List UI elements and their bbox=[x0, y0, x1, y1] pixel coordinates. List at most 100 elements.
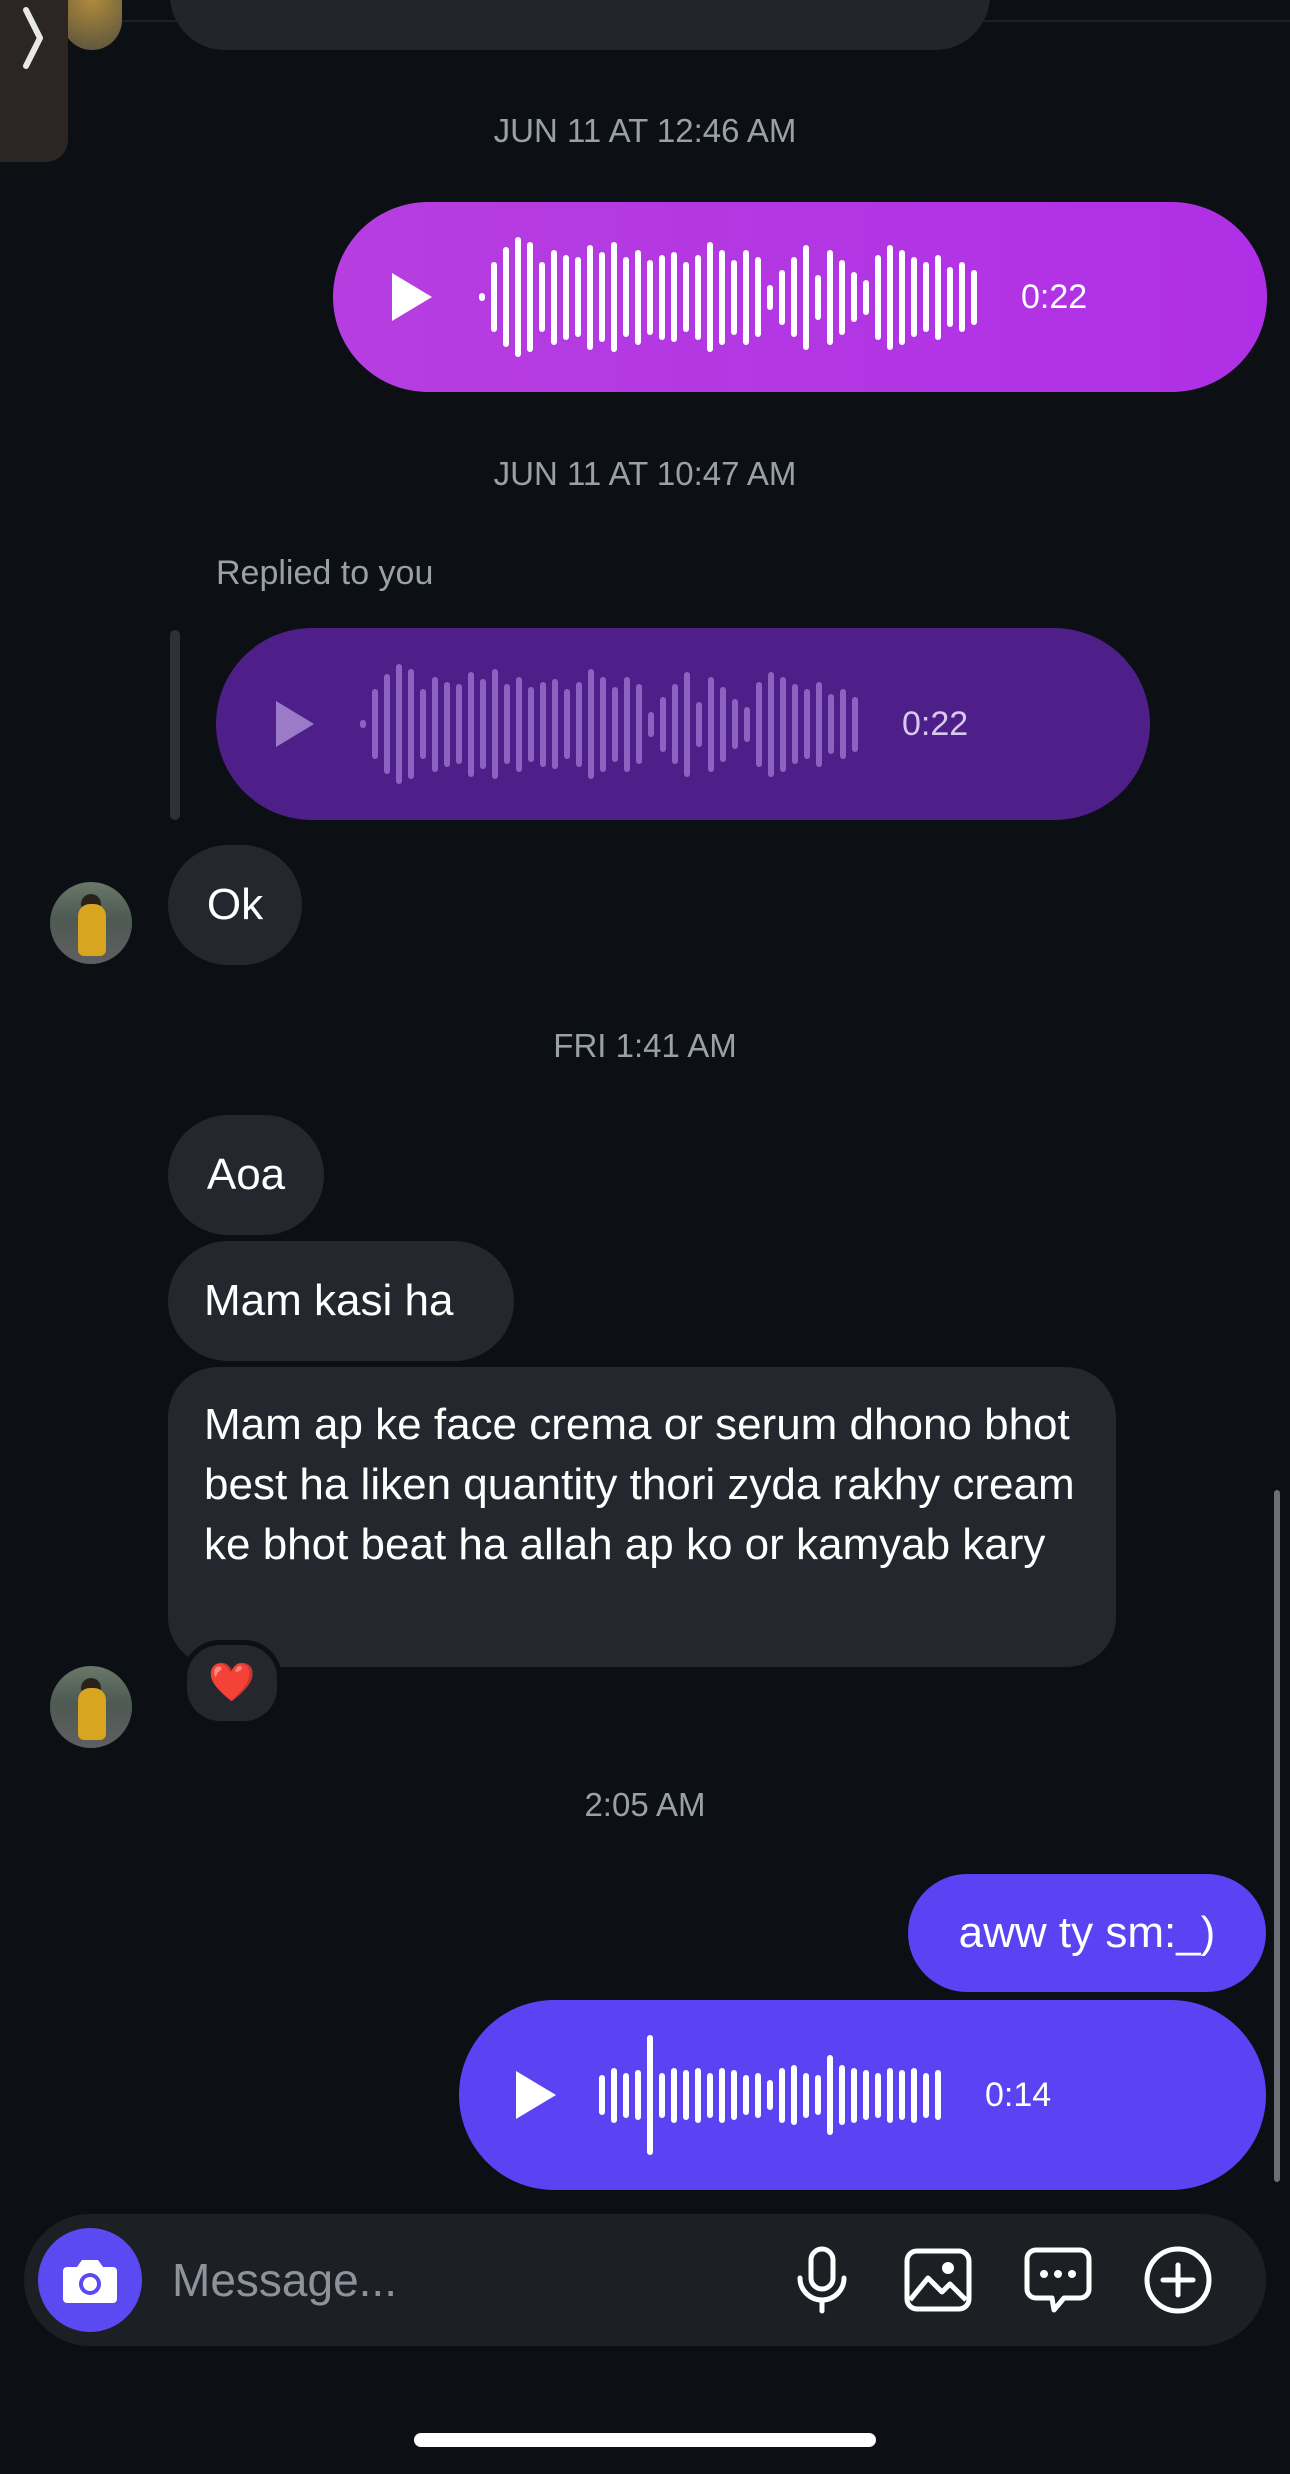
waveform-bar bbox=[600, 676, 606, 772]
image-icon bbox=[904, 2248, 972, 2312]
waveform-bar bbox=[935, 2070, 941, 2120]
waveform-bar bbox=[719, 2067, 725, 2123]
replied-voice-message[interactable]: 0:22 bbox=[216, 628, 1150, 820]
message-bubble-incoming[interactable]: Mam kasi ha bbox=[168, 1241, 514, 1361]
waveform-bar bbox=[756, 681, 762, 767]
waveform-bar bbox=[755, 2072, 761, 2118]
reaction-heart[interactable]: ❤️ bbox=[182, 1640, 282, 1726]
waveform-bar bbox=[851, 2067, 857, 2123]
sticker-button[interactable] bbox=[1018, 2240, 1098, 2320]
waveform-bar bbox=[815, 2075, 821, 2115]
play-icon[interactable] bbox=[507, 2067, 563, 2123]
waveform-bar bbox=[636, 684, 642, 764]
waveform-bar bbox=[959, 262, 965, 332]
waveform-bar bbox=[731, 2070, 737, 2120]
waveform-bar bbox=[563, 254, 569, 340]
waveform-bar bbox=[743, 249, 749, 345]
waveform-bar bbox=[612, 686, 618, 762]
message-bubble-outgoing[interactable]: aww ty sm:_) bbox=[908, 1874, 1266, 1992]
waveform-bar bbox=[552, 679, 558, 769]
waveform-bar bbox=[911, 2067, 917, 2123]
waveform-bar bbox=[780, 676, 786, 772]
waveform-bar bbox=[444, 681, 450, 767]
chevron-right-icon bbox=[23, 7, 43, 69]
waveform-bar bbox=[647, 2035, 653, 2155]
gallery-button[interactable] bbox=[898, 2240, 978, 2320]
scrollbar[interactable] bbox=[1274, 1490, 1280, 2182]
waveform-bar bbox=[708, 676, 714, 772]
waveform-bar bbox=[408, 669, 414, 779]
waveform-bar bbox=[647, 259, 653, 335]
waveform-bar bbox=[923, 262, 929, 332]
waveform-bar bbox=[384, 674, 390, 774]
play-icon[interactable] bbox=[383, 269, 439, 325]
waveform-bar bbox=[624, 676, 630, 772]
waveform bbox=[599, 2035, 941, 2155]
voice-message-outgoing[interactable]: 0:22 bbox=[333, 202, 1267, 392]
message-input[interactable] bbox=[170, 2252, 734, 2308]
waveform-bar bbox=[732, 699, 738, 749]
voice-duration: 0:22 bbox=[902, 704, 969, 743]
microphone-icon bbox=[797, 2246, 847, 2314]
waveform-bar bbox=[863, 2070, 869, 2120]
waveform-bar bbox=[803, 2072, 809, 2118]
voice-message-outgoing[interactable]: 0:14 bbox=[459, 2000, 1266, 2190]
waveform-bar bbox=[803, 244, 809, 350]
waveform-bar bbox=[875, 2072, 881, 2118]
waveform-bar bbox=[815, 274, 821, 320]
waveform-bar bbox=[816, 681, 822, 767]
waveform-bar bbox=[672, 684, 678, 764]
message-text: aww ty sm:_) bbox=[958, 1908, 1216, 1957]
waveform-bar bbox=[911, 257, 917, 337]
waveform-bar bbox=[492, 669, 498, 779]
more-button[interactable] bbox=[1138, 2240, 1218, 2320]
waveform-bar bbox=[827, 2055, 833, 2135]
home-indicator bbox=[414, 2433, 876, 2447]
waveform-bar bbox=[840, 689, 846, 759]
camera-icon bbox=[63, 2260, 117, 2303]
waveform-bar bbox=[599, 2075, 605, 2115]
message-text: Mam ap ke face crema or serum dhono bhot… bbox=[204, 1400, 1075, 1569]
waveform-bar bbox=[828, 694, 834, 754]
waveform-bar bbox=[456, 684, 462, 764]
waveform-bar bbox=[971, 269, 977, 325]
contact-avatar[interactable] bbox=[50, 882, 132, 964]
message-bubble-incoming[interactable]: Mam ap ke face crema or serum dhono bhot… bbox=[168, 1367, 1116, 1667]
message-bubble-incoming[interactable]: Ok bbox=[168, 845, 302, 965]
waveform-bar bbox=[527, 242, 533, 352]
contact-avatar[interactable] bbox=[50, 1666, 132, 1748]
waveform-bar bbox=[839, 2065, 845, 2125]
waveform bbox=[479, 237, 977, 357]
microphone-button[interactable] bbox=[782, 2240, 862, 2320]
waveform-bar bbox=[635, 249, 641, 345]
waveform-bar bbox=[768, 671, 774, 777]
waveform-bar bbox=[396, 664, 402, 784]
waveform-bar bbox=[503, 247, 509, 347]
waveform-bar bbox=[792, 684, 798, 764]
heart-icon: ❤️ bbox=[208, 1662, 256, 1704]
waveform-bar bbox=[695, 2067, 701, 2123]
timestamp: 2:05 AM bbox=[584, 1786, 706, 1823]
waveform-bar bbox=[899, 2070, 905, 2120]
waveform-bar bbox=[852, 696, 858, 752]
camera-button[interactable] bbox=[38, 2228, 142, 2332]
waveform-bar bbox=[683, 2070, 689, 2120]
waveform-bar bbox=[791, 257, 797, 337]
waveform-bar bbox=[480, 679, 486, 769]
waveform-bar bbox=[851, 272, 857, 322]
waveform-bar bbox=[516, 676, 522, 772]
waveform-bar bbox=[671, 2067, 677, 2123]
waveform-bar bbox=[588, 669, 594, 779]
waveform-bar bbox=[372, 689, 378, 759]
message-bubble-incoming[interactable]: Aoa bbox=[168, 1115, 324, 1235]
waveform-bar bbox=[551, 249, 557, 345]
waveform-bar bbox=[660, 696, 666, 752]
waveform-bar bbox=[779, 269, 785, 325]
play-icon[interactable] bbox=[266, 696, 322, 752]
reply-label: Replied to you bbox=[216, 554, 434, 592]
waveform-bar bbox=[839, 259, 845, 335]
waveform-bar bbox=[791, 2065, 797, 2125]
waveform-bar bbox=[755, 257, 761, 337]
voice-duration: 0:22 bbox=[1021, 277, 1088, 316]
waveform-bar bbox=[827, 249, 833, 345]
